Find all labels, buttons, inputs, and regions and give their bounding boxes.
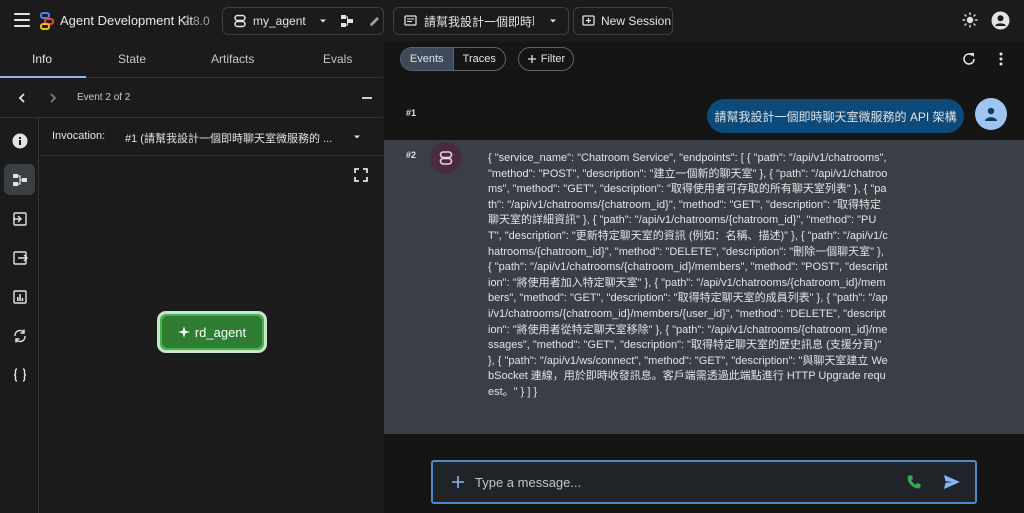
side-panel: Info State Artifacts Evals Event 2 of 2 (0, 42, 383, 513)
graph-icon (12, 173, 27, 186)
account-icon[interactable] (991, 11, 1010, 30)
traces-toggle[interactable]: Traces (452, 48, 506, 70)
bar-chart-icon (12, 289, 27, 304)
chevron-left-icon[interactable] (16, 92, 28, 104)
message-input[interactable] (475, 472, 875, 492)
chevron-down-icon (354, 135, 360, 139)
refresh-icon[interactable] (962, 52, 976, 66)
agent-message-text: { "service_name": "Chatroom Service", "e… (488, 152, 888, 398)
menu-icon[interactable] (14, 13, 30, 27)
attach-plus-icon[interactable] (451, 475, 465, 489)
bot-icon (439, 151, 453, 165)
agent-name: my_agent (253, 14, 306, 28)
filter-label: Filter (540, 53, 566, 65)
person-icon (985, 107, 997, 121)
rail-json-button[interactable] (4, 359, 35, 390)
agent-graph: rd_agent (40, 156, 383, 513)
chevron-right-icon[interactable] (47, 92, 59, 104)
edit-icon[interactable] (368, 15, 381, 28)
agent-message[interactable]: #2 { "service_name": "Chatroom Service",… (384, 140, 1024, 434)
rail-sync-button[interactable] (4, 320, 35, 351)
event-counter: Event 2 of 2 (77, 92, 131, 103)
message-number: #1 (406, 108, 417, 118)
send-icon[interactable] (943, 474, 961, 490)
new-session-label: New Session (601, 14, 672, 28)
code-braces-icon (13, 367, 26, 382)
agent-selector[interactable]: my_agent (222, 7, 384, 35)
chat-icon (404, 14, 417, 26)
rail-request-button[interactable] (4, 203, 35, 234)
agent-node[interactable]: rd_agent (157, 311, 267, 353)
app-version: 2.8.0 (183, 14, 210, 28)
tab-artifacts[interactable]: Artifacts (211, 52, 254, 66)
adk-logo-icon (40, 12, 54, 30)
view-toggle: Events Traces (400, 47, 506, 71)
sparkle-icon (177, 326, 190, 338)
phone-icon[interactable] (906, 474, 922, 490)
add-chat-icon (582, 14, 595, 26)
info-icon (12, 133, 27, 148)
invocation-selector[interactable]: Invocation: #1 (請幫我設計一個即時聊天室微服務的 ... (40, 118, 383, 156)
chat-toolbar: Events Traces Filter (384, 42, 1024, 78)
side-tabs: Info State Artifacts Evals (0, 42, 383, 78)
theme-toggle-icon[interactable] (962, 12, 978, 28)
agent-graph-icon[interactable] (340, 14, 354, 28)
agent-icon (234, 14, 246, 28)
agent-avatar (430, 142, 462, 174)
fullscreen-icon[interactable] (354, 168, 368, 182)
agent-node-label: rd_agent (194, 324, 247, 340)
chat-panel: Events Traces Filter #1 請幫我設計一個即時聊天室微服務的… (384, 42, 1024, 513)
rail-response-button[interactable] (4, 242, 35, 273)
output-icon (12, 250, 28, 265)
session-selector[interactable]: 請幫我設計一個即時聊... (393, 7, 569, 35)
user-message[interactable]: 請幫我設計一個即時聊天室微服務的 API 架構 (707, 99, 964, 133)
detail-rail (0, 118, 39, 513)
rail-metrics-button[interactable] (4, 281, 35, 312)
chevron-down-icon (319, 19, 326, 23)
tab-state[interactable]: State (118, 52, 146, 66)
tab-evals[interactable]: Evals (323, 52, 352, 66)
chevron-down-icon (550, 19, 556, 23)
user-avatar (975, 98, 1007, 130)
more-vert-icon[interactable] (994, 52, 1008, 66)
plus-icon (527, 55, 536, 63)
filter-button[interactable]: Filter (518, 47, 574, 71)
session-title: 請幫我設計一個即時聊... (424, 14, 534, 29)
new-session-button[interactable]: New Session (573, 7, 673, 35)
events-toggle[interactable]: Events (401, 48, 453, 70)
rail-info-button[interactable] (4, 125, 35, 156)
rail-graph-button[interactable] (4, 164, 35, 195)
tab-info[interactable]: Info (32, 52, 52, 66)
minimize-icon[interactable] (361, 92, 373, 104)
event-navigation: Event 2 of 2 (0, 78, 383, 118)
input-icon (12, 211, 27, 226)
message-composer (431, 460, 977, 504)
invocation-value: #1 (請幫我設計一個即時聊天室微服務的 ... (125, 133, 333, 145)
message-number: #2 (406, 150, 417, 160)
invocation-label: Invocation: (52, 130, 106, 142)
sync-icon (13, 329, 26, 342)
top-bar: Agent Development Kit 2.8.0 my_agent 請幫我… (0, 0, 1024, 42)
app-title: Agent Development Kit (60, 13, 193, 28)
